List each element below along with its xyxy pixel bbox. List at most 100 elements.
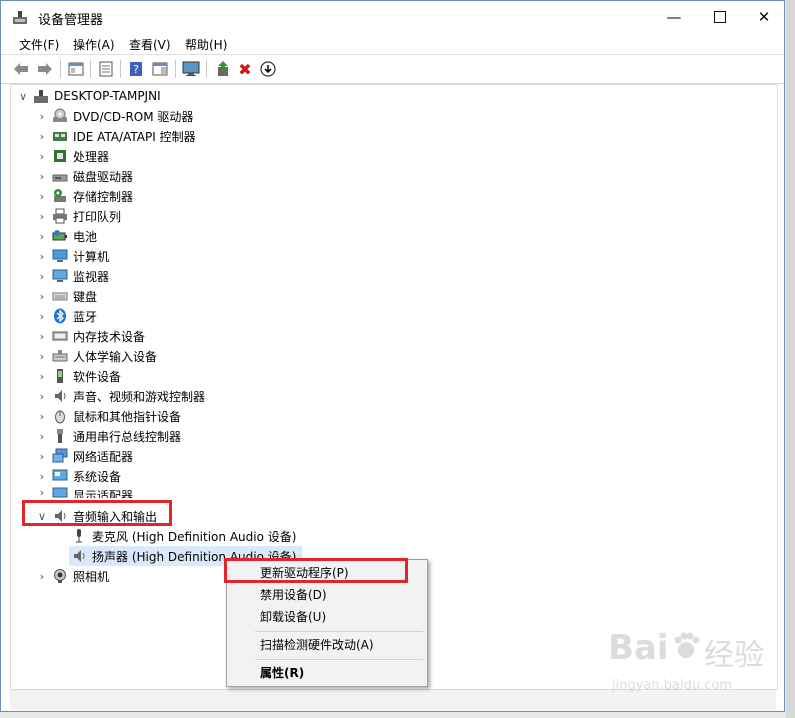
chevron-right-icon[interactable]: › — [36, 226, 48, 246]
tree-item-monitor[interactable]: › 监视器 — [36, 266, 109, 286]
chevron-right-icon[interactable]: › — [36, 306, 48, 326]
tree-item-label: 照相机 — [73, 569, 110, 584]
menu-uninstall-device[interactable]: 卸载设备(U) — [227, 606, 427, 628]
tree-item-hid[interactable]: › 人体学输入设备 — [36, 346, 157, 366]
maximize-button[interactable] — [697, 1, 743, 32]
tree-item-label: 电池 — [73, 229, 98, 244]
tree-item-storage[interactable]: › 存储控制器 — [36, 186, 133, 206]
window-title: 设备管理器 — [38, 13, 104, 28]
menu-view[interactable]: 查看(V) — [129, 36, 171, 53]
tree-item-microphone[interactable]: 麦克风 (High Definition Audio 设备) — [71, 526, 296, 546]
tree-item-ide[interactable]: › IDE ATA/ATAPI 控制器 — [36, 126, 196, 146]
tree-item-sound-video[interactable]: › 声音、视频和游戏控制器 — [36, 386, 205, 406]
tree-item-label: 通用串行总线控制器 — [73, 429, 182, 444]
tree-item-camera[interactable]: › 照相机 — [36, 566, 109, 586]
console-tree-icon — [68, 62, 84, 76]
tree-item-system[interactable]: › 系统设备 — [36, 466, 121, 486]
tree-item-disk[interactable]: › 磁盘驱动器 — [36, 166, 133, 186]
tree-item-label: 监视器 — [73, 269, 110, 284]
back-arrow-icon — [14, 63, 28, 75]
tree-item-software-device[interactable]: › 软件设备 — [36, 366, 121, 386]
chevron-right-icon[interactable]: › — [36, 386, 48, 406]
action-pane-button[interactable] — [150, 59, 170, 79]
tree-item-computer[interactable]: › 计算机 — [36, 246, 109, 266]
printer-icon — [52, 208, 68, 224]
uninstall-device-button[interactable]: ✖ — [235, 59, 255, 79]
display-adapter-icon — [52, 486, 68, 498]
mouse-icon — [52, 408, 68, 424]
tree-item-processor[interactable]: › 处理器 — [36, 146, 109, 166]
computer-monitor-icon — [52, 248, 68, 264]
chevron-right-icon[interactable]: › — [36, 126, 48, 146]
properties-button[interactable] — [96, 59, 116, 79]
chevron-right-icon[interactable]: › — [36, 326, 48, 346]
close-button[interactable]: ✕ — [741, 1, 787, 32]
tree-item-label: DVD/CD-ROM 驱动器 — [73, 109, 194, 124]
forward-arrow-icon — [38, 63, 52, 75]
tree-item-battery[interactable]: › 电池 — [36, 226, 97, 246]
tree-item-memory-tech[interactable]: › 内存技术设备 — [36, 326, 145, 346]
update-driver-button[interactable] — [213, 59, 233, 79]
chevron-right-icon[interactable]: › — [36, 266, 48, 286]
menu-properties[interactable]: 属性(R) — [227, 662, 427, 684]
toolbar-separator — [90, 60, 91, 78]
help-button[interactable]: ? — [126, 59, 146, 79]
chevron-right-icon[interactable]: › — [36, 166, 48, 186]
tree-item-label: 网络适配器 — [73, 449, 134, 464]
menu-scan-hardware[interactable]: 扫描检测硬件改动(A) — [227, 634, 427, 656]
camera-icon — [52, 568, 68, 584]
svg-text:?: ? — [133, 63, 139, 76]
chevron-right-icon[interactable]: › — [36, 426, 48, 446]
memory-device-icon — [52, 328, 68, 344]
chevron-right-icon[interactable]: › — [36, 446, 48, 466]
tree-item-dvd[interactable]: › DVD/CD-ROM 驱动器 — [36, 106, 193, 126]
chevron-right-icon[interactable]: › — [36, 406, 48, 426]
speaker-icon — [71, 548, 87, 564]
chevron-right-icon[interactable]: › — [36, 206, 48, 226]
chevron-right-icon[interactable]: › — [36, 566, 48, 586]
chevron-right-icon[interactable]: › — [36, 286, 48, 306]
menu-separator — [255, 659, 423, 660]
monitor-scan-icon — [182, 61, 200, 76]
tree-item-usb[interactable]: › 通用串行总线控制器 — [36, 426, 181, 446]
minimize-button[interactable]: — — [651, 1, 697, 32]
chevron-right-icon[interactable]: › — [36, 346, 48, 366]
tree-item-display[interactable]: › 显示适配器 — [36, 486, 133, 498]
speaker-icon — [52, 388, 68, 404]
tree-item-label: 蓝牙 — [73, 309, 98, 324]
back-button[interactable] — [11, 59, 31, 79]
toolbar-separator — [175, 60, 176, 78]
tree-item-label: 内存技术设备 — [73, 329, 146, 344]
tree-item-network[interactable]: › 网络适配器 — [36, 446, 133, 466]
scan-hardware-button[interactable] — [181, 59, 201, 79]
tree-item-mouse[interactable]: › 鼠标和其他指针设备 — [36, 406, 181, 426]
chevron-right-icon[interactable]: › — [36, 486, 48, 498]
chevron-right-icon[interactable]: › — [36, 186, 48, 206]
tree-root-computer[interactable]: ∨ DESKTOP-TAMPJNI — [17, 86, 161, 106]
dvd-drive-icon — [52, 108, 68, 124]
paw-icon — [670, 630, 702, 665]
red-x-icon: ✖ — [238, 59, 252, 79]
menu-action[interactable]: 操作(A) — [73, 36, 115, 53]
menu-disable-device[interactable]: 禁用设备(D) — [227, 584, 427, 606]
chevron-right-icon[interactable]: › — [36, 366, 48, 386]
tree-item-label: 键盘 — [73, 289, 98, 304]
disable-device-button[interactable] — [258, 59, 278, 79]
tree-item-label: 计算机 — [73, 249, 110, 264]
chevron-right-icon[interactable]: › — [36, 106, 48, 126]
watermark-url: jingyan.baidu.com — [612, 678, 732, 693]
chevron-right-icon[interactable]: › — [36, 246, 48, 266]
toolbar: ? ✖ — [1, 54, 784, 84]
tree-item-print-queue[interactable]: › 打印队列 — [36, 206, 121, 226]
chevron-down-icon[interactable]: ∨ — [17, 86, 29, 106]
forward-button[interactable] — [35, 59, 55, 79]
chevron-right-icon[interactable]: › — [36, 146, 48, 166]
tree-item-label: 声音、视频和游戏控制器 — [73, 389, 206, 404]
tree-item-bluetooth[interactable]: › 蓝牙 — [36, 306, 97, 326]
menu-file[interactable]: 文件(F) — [19, 36, 59, 53]
chevron-right-icon[interactable]: › — [36, 466, 48, 486]
tree-item-label: 显示适配器 — [73, 489, 134, 498]
tree-item-keyboard[interactable]: › 键盘 — [36, 286, 97, 306]
menu-help[interactable]: 帮助(H) — [185, 36, 227, 53]
show-hide-console-tree-button[interactable] — [66, 59, 86, 79]
